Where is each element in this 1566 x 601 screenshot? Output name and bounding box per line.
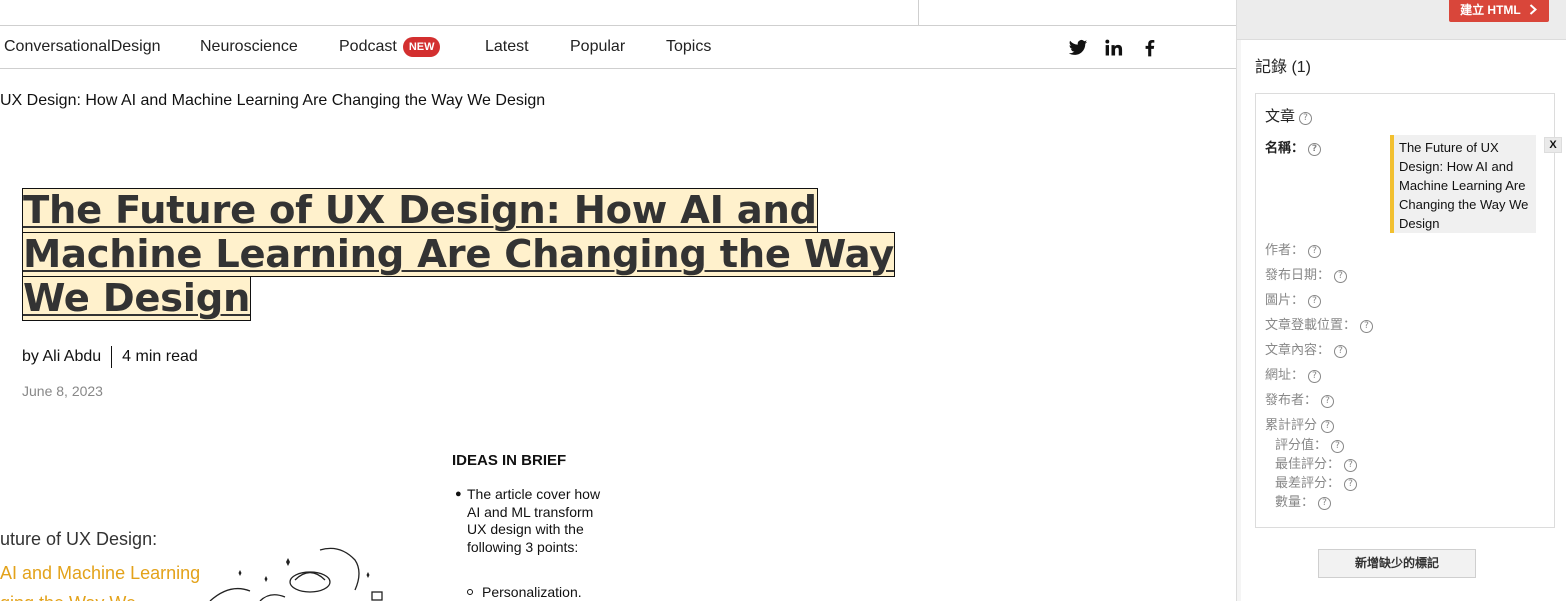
field-label: 數量：	[1275, 494, 1315, 509]
help-icon[interactable]: ?	[1308, 370, 1322, 383]
field-name: 名稱：?	[1265, 137, 1322, 156]
field-label: 發布日期：	[1265, 267, 1331, 282]
author-link[interactable]: by Ali Abdu	[22, 348, 101, 366]
help-icon[interactable]: ?	[1334, 345, 1348, 358]
field-image: 圖片：?	[1265, 289, 1322, 308]
facebook-icon[interactable]	[1140, 38, 1160, 58]
title-line: Machine Learning Are Changing the Way	[22, 232, 895, 277]
read-time: 4 min read	[122, 348, 198, 365]
nav-item-neuroscience[interactable]: Neuroscience	[200, 38, 298, 56]
field-label: 最差評分：	[1275, 475, 1341, 490]
twitter-icon[interactable]	[1068, 38, 1088, 58]
ideas-sub-item-text: Personalization.	[482, 584, 582, 600]
help-icon[interactable]: ?	[1308, 143, 1322, 156]
field-label: 網址：	[1265, 367, 1305, 382]
top-bar-divider	[918, 0, 919, 26]
new-badge: NEW	[402, 37, 441, 57]
field-date-published: 發布日期：?	[1265, 264, 1348, 283]
field-publisher: 發布者：?	[1265, 389, 1335, 408]
help-icon[interactable]: ?	[1299, 112, 1313, 125]
title-line: We Design	[22, 276, 252, 321]
circle-bullet-icon	[467, 589, 473, 595]
field-label: 文章登載位置：	[1265, 317, 1357, 332]
field-article-body: 文章內容：?	[1265, 339, 1348, 358]
article-title: The Future of UX Design: How AI and Mach…	[22, 188, 895, 321]
help-icon[interactable]: ?	[1331, 440, 1345, 453]
name-value[interactable]: The Future of UX Design: How AI and Mach…	[1390, 135, 1536, 233]
bullet-icon: ●	[455, 488, 462, 500]
field-label: 文章內容：	[1265, 342, 1331, 357]
help-icon[interactable]: ?	[1321, 395, 1335, 408]
field-label: 最佳評分：	[1275, 456, 1341, 471]
title-line: The Future of UX Design: How AI and	[22, 188, 818, 233]
panel-toolbar: 建立 HTML	[1237, 0, 1566, 40]
field-rating-count: 數量：?	[1275, 491, 1332, 510]
field-label: 圖片：	[1265, 292, 1305, 307]
records-heading: 記錄 (1)	[1255, 59, 1312, 76]
create-html-button[interactable]: 建立 HTML	[1449, 0, 1549, 22]
nav-item-popular[interactable]: Popular	[570, 38, 625, 56]
help-icon[interactable]: ?	[1308, 295, 1322, 308]
create-html-label: 建立 HTML	[1460, 3, 1521, 17]
linkedin-icon[interactable]	[1104, 38, 1124, 58]
ideas-in-brief-heading: IDEAS IN BRIEF	[452, 452, 567, 469]
field-worst-rating: 最差評分：?	[1275, 472, 1358, 491]
field-name-label: 名稱：	[1265, 140, 1305, 155]
help-icon[interactable]: ?	[1344, 478, 1358, 491]
field-publication-location: 文章登載位置：?	[1265, 314, 1374, 333]
field-label: 發布者：	[1265, 392, 1318, 407]
chevron-right-icon	[1529, 4, 1537, 15]
field-label: 作者：	[1265, 242, 1305, 257]
remove-value-button[interactable]: X	[1544, 137, 1562, 153]
field-url: 網址：?	[1265, 364, 1322, 383]
nav-item-podcast-label: Podcast	[339, 38, 397, 55]
card-title: 文章?	[1265, 105, 1313, 126]
field-author: 作者：?	[1265, 239, 1322, 258]
top-bar	[0, 0, 1236, 26]
hero-image-text: ging the Way We	[0, 593, 136, 601]
byline-separator	[111, 346, 113, 368]
byline: by Ali Abdu 4 min read	[22, 346, 198, 368]
help-icon[interactable]: ?	[1318, 497, 1332, 510]
help-icon[interactable]: ?	[1360, 320, 1374, 333]
panel-body: 記錄 (1) 文章? 名稱：? The Future of UX Design:…	[1241, 40, 1566, 601]
ideas-text: The article cover how AI and ML transfor…	[467, 486, 601, 555]
structured-data-panel: 建立 HTML 記錄 (1) 文章? 名稱：? The Future of UX…	[1236, 0, 1566, 601]
field-aggregate-rating: 累計評分?	[1265, 414, 1335, 433]
card-title-label: 文章	[1265, 108, 1296, 125]
add-missing-tags-button[interactable]: 新增缺少的標記	[1318, 549, 1476, 578]
breadcrumb[interactable]: UX Design: How AI and Machine Learning A…	[0, 92, 545, 110]
main-nav: ConversationalDesign Neuroscience Podcas…	[0, 26, 1236, 69]
field-rating-value: 評分值：?	[1275, 434, 1345, 453]
field-label: 累計評分	[1265, 417, 1318, 432]
astronaut-illustration	[209, 547, 383, 601]
field-label: 評分值：	[1275, 437, 1328, 452]
article-record-card: 文章? 名稱：? The Future of UX Design: How AI…	[1255, 93, 1562, 528]
nav-item-podcast[interactable]: Podcast NEW	[339, 37, 441, 57]
publish-date: June 8, 2023	[22, 383, 103, 399]
page: ConversationalDesign Neuroscience Podcas…	[0, 0, 1566, 601]
help-icon[interactable]: ?	[1321, 420, 1335, 433]
help-icon[interactable]: ?	[1334, 270, 1348, 283]
ideas-list-item: ● The article cover how AI and ML transf…	[455, 486, 607, 556]
hero-image-text: AI and Machine Learning	[0, 563, 201, 583]
nav-item-latest[interactable]: Latest	[485, 38, 529, 56]
help-icon[interactable]: ?	[1308, 245, 1322, 258]
nav-item-conversational-design[interactable]: ConversationalDesign	[4, 38, 161, 56]
help-icon[interactable]: ?	[1344, 459, 1358, 472]
hero-image-text: uture of UX Design:	[0, 529, 158, 549]
nav-item-topics[interactable]: Topics	[666, 38, 711, 56]
ideas-sub-item: Personalization.	[467, 584, 582, 600]
field-best-rating: 最佳評分：?	[1275, 453, 1358, 472]
